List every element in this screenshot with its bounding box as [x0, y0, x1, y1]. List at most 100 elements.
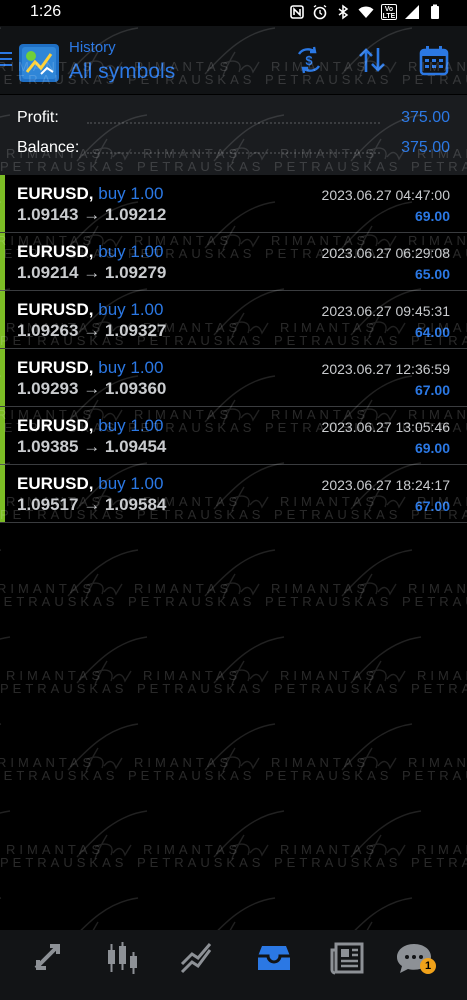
currency-exchange-icon[interactable]: $ — [293, 44, 325, 76]
trade-row[interactable]: EURUSD, buy 1.00 1.09143 → 1.09212 2023.… — [0, 175, 467, 233]
trade-symbol: EURUSD, — [17, 474, 94, 493]
open-price: 1.09214 — [17, 263, 79, 282]
close-price: 1.09212 — [104, 205, 167, 224]
wifi-icon — [358, 4, 374, 20]
menu-icon[interactable] — [0, 52, 14, 68]
watermark-text: RIMANTASPETRAUSKAS — [137, 843, 264, 869]
status-bar: 1:26 Vo LTE — [0, 0, 467, 26]
watermark-text: RIMANTASPETRAUSKAS — [0, 669, 127, 695]
open-price: 1.09293 — [17, 379, 79, 398]
watermark-line2: PETRAUSKAS — [0, 768, 119, 783]
trade-side: buy 1.00 — [98, 242, 164, 261]
watermark-line2: PETRAUSKAS — [137, 681, 265, 696]
watermark-text: RIMANTASPETRAUSKAS — [0, 756, 118, 782]
battery-icon — [427, 4, 443, 20]
watermark-line1: RIMANTAS — [0, 581, 96, 596]
bottom-nav: 1 — [0, 930, 467, 1000]
watermark-signature — [67, 549, 139, 599]
chart-icon[interactable] — [102, 938, 142, 978]
watermark-line2: PETRAUSKAS — [411, 681, 467, 696]
watermark-text: RIMANTASPETRAUSKAS — [411, 843, 467, 869]
close-price: 1.09584 — [104, 495, 167, 514]
trade-profit: 69.00 — [414, 208, 450, 224]
watermark-signature — [213, 636, 285, 686]
volte-icon: Vo LTE — [381, 4, 397, 20]
history-icon[interactable] — [254, 938, 294, 978]
trade-datetime: 2023.06.27 09:45:31 — [321, 303, 450, 319]
trade-symbol: EURUSD, — [17, 416, 94, 435]
watermark-line2: PETRAUSKAS — [265, 768, 393, 783]
buy-indicator — [0, 291, 5, 348]
watermark-line1: RIMANTAS — [417, 842, 467, 857]
trade-symbol: EURUSD, — [17, 184, 94, 203]
trade-side: buy 1.00 — [98, 300, 164, 319]
balance-label: Balance: — [17, 139, 80, 156]
trade-profit: 65.00 — [414, 266, 450, 282]
quotes-icon[interactable] — [28, 938, 68, 978]
profit-leader — [87, 122, 380, 124]
watermark-line2: PETRAUSKAS — [265, 594, 393, 609]
trade-datetime: 2023.06.27 13:05:46 — [321, 419, 450, 435]
profit-row: Profit: 375.00 — [17, 109, 450, 133]
watermark-signature — [0, 636, 11, 640]
watermark-signature — [0, 723, 2, 725]
watermark-signature — [76, 810, 148, 860]
trade-row[interactable]: EURUSD, buy 1.00 1.09385 → 1.09454 2023.… — [0, 407, 467, 465]
watermark-line2: PETRAUSKAS — [0, 594, 119, 609]
status-icons: Vo LTE — [289, 4, 443, 20]
watermark-text: RIMANTASPETRAUSKAS — [137, 669, 264, 695]
trade-side: buy 1.00 — [98, 474, 164, 493]
app-bar: History All symbols $ — [0, 26, 467, 94]
trade-side: buy 1.00 — [98, 184, 164, 203]
watermark-line2: PETRAUSKAS — [0, 681, 128, 696]
close-price: 1.09327 — [104, 321, 167, 340]
balance-value: 375.00 — [401, 139, 450, 156]
trade-row[interactable]: EURUSD, buy 1.00 1.09293 → 1.09360 2023.… — [0, 349, 467, 407]
watermark-line1: RIMANTAS — [6, 668, 105, 683]
trade-row[interactable]: EURUSD, buy 1.00 1.09517 → 1.09584 2023.… — [0, 465, 467, 523]
watermark-line1: RIMANTAS — [134, 755, 233, 770]
trade-datetime: 2023.06.27 04:47:00 — [321, 187, 450, 203]
watermark-line1: RIMANTAS — [134, 581, 233, 596]
trade-symbol: EURUSD, — [17, 358, 94, 377]
watermark-text: RIMANTASPETRAUSKAS — [402, 756, 467, 782]
watermark-line1: RIMANTAS — [143, 842, 242, 857]
watermark-text: RIMANTASPETRAUSKAS — [411, 669, 467, 695]
close-price: 1.09279 — [104, 263, 167, 282]
open-price: 1.09517 — [17, 495, 79, 514]
trade-datetime: 2023.06.27 18:24:17 — [321, 477, 450, 493]
arrow-icon: → — [83, 437, 101, 456]
trade-row[interactable]: EURUSD, buy 1.00 1.09214 → 1.09279 2023.… — [0, 233, 467, 291]
watermark-signature — [341, 723, 413, 773]
news-icon[interactable] — [328, 938, 368, 978]
trade-icon[interactable] — [176, 938, 216, 978]
watermark-signature — [204, 723, 276, 773]
signal-icon — [404, 4, 420, 20]
watermark-signature — [76, 636, 148, 686]
trade-side: buy 1.00 — [98, 358, 164, 377]
watermark-text: RIMANTASPETRAUSKAS — [128, 582, 255, 608]
trade-symbol: EURUSD, — [17, 300, 94, 319]
watermark-line2: PETRAUSKAS — [274, 681, 402, 696]
watermark-signature — [350, 636, 422, 686]
page-title[interactable]: All symbols — [69, 60, 175, 84]
profit-value: 375.00 — [401, 109, 450, 126]
calendar-icon[interactable] — [418, 44, 450, 76]
status-time: 1:26 — [30, 3, 62, 20]
watermark-signature — [341, 549, 413, 599]
watermark-line2: PETRAUSKAS — [274, 855, 402, 870]
watermark-text: RIMANTASPETRAUSKAS — [0, 582, 118, 608]
watermark-text: RIMANTASPETRAUSKAS — [402, 582, 467, 608]
sort-icon[interactable] — [356, 44, 388, 76]
open-price: 1.09385 — [17, 437, 79, 456]
watermark-line2: PETRAUSKAS — [402, 594, 467, 609]
buy-indicator — [0, 407, 5, 464]
trade-row[interactable]: EURUSD, buy 1.00 1.09263 → 1.09327 2023.… — [0, 291, 467, 349]
watermark-signature — [204, 549, 276, 599]
watermark-signature — [67, 723, 139, 773]
trade-profit: 69.00 — [414, 440, 450, 456]
watermark-line2: PETRAUSKAS — [402, 768, 467, 783]
profit-label: Profit: — [17, 109, 59, 126]
watermark-line2: PETRAUSKAS — [0, 855, 128, 870]
watermark-text: RIMANTASPETRAUSKAS — [0, 843, 127, 869]
